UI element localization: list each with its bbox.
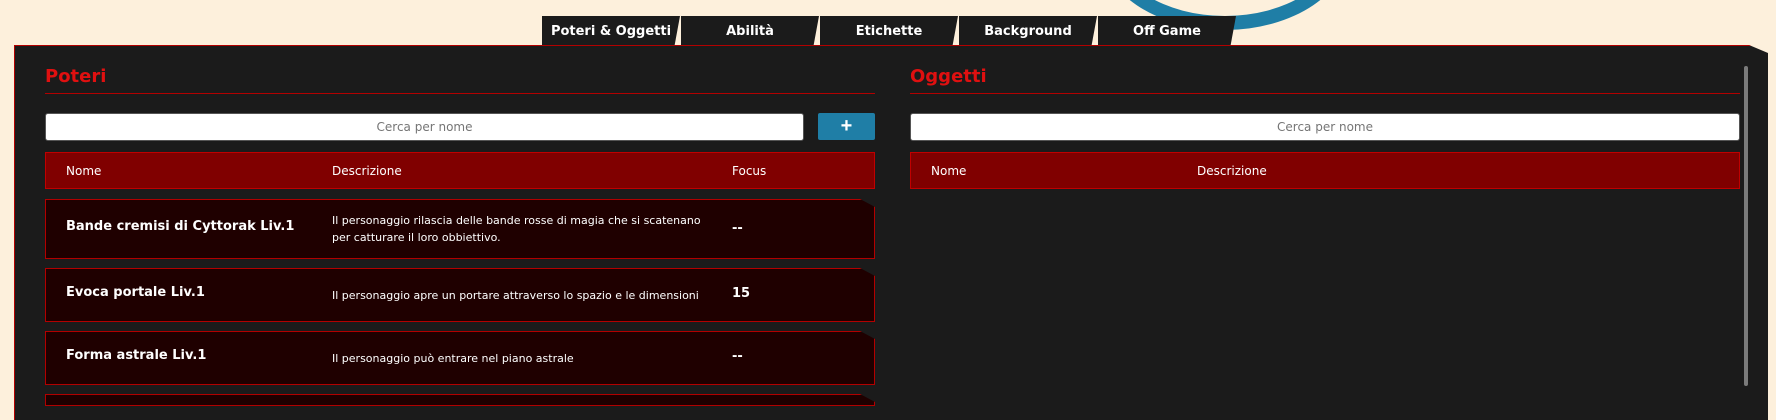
potere-description: Il personaggio può entrare nel piano ast…	[332, 352, 574, 365]
table-row[interactable]: Evoca portale Liv.1 Il personaggio apre …	[45, 268, 875, 322]
potere-description: Il personaggio rilascia delle bande ross…	[332, 214, 701, 244]
poteri-section: Poteri + Nome Descrizione Focus Bande cr…	[45, 66, 875, 406]
oggetti-table-header: Nome Descrizione	[910, 152, 1740, 189]
tab-background[interactable]: Background	[959, 16, 1097, 46]
column-header-descrizione: Descrizione	[332, 164, 402, 178]
potere-focus: --	[732, 349, 743, 364]
tab-abilita[interactable]: Abilità	[681, 16, 819, 46]
poteri-list: Bande cremisi di Cyttorak Liv.1 Il perso…	[45, 199, 875, 406]
potere-description: Il personaggio apre un portare attravers…	[332, 289, 699, 302]
poteri-search-row: +	[45, 113, 875, 141]
content-panel: Poteri + Nome Descrizione Focus Bande cr…	[14, 45, 1768, 420]
column-header-descrizione: Descrizione	[1197, 164, 1267, 178]
potere-focus: --	[732, 221, 743, 236]
oggetti-search-row	[910, 113, 1740, 141]
add-potere-button[interactable]: +	[818, 113, 875, 140]
oggetti-section: Oggetti Nome Descrizione	[910, 66, 1740, 189]
oggetti-search-input[interactable]	[910, 113, 1740, 141]
column-header-nome: Nome	[66, 164, 102, 178]
table-row[interactable]: Bande cremisi di Cyttorak Liv.1 Il perso…	[45, 199, 875, 259]
poteri-search-input[interactable]	[45, 113, 804, 141]
poteri-title: Poteri	[45, 66, 875, 94]
table-row[interactable]: Forma astrale Liv.1 Il personaggio può e…	[45, 331, 875, 385]
main-tabs: Poteri & Oggetti Abilità Etichette Backg…	[542, 16, 1237, 46]
oggetti-title: Oggetti	[910, 66, 1740, 94]
poteri-table-header: Nome Descrizione Focus	[45, 152, 875, 189]
potere-name: Forma astrale Liv.1	[66, 348, 207, 363]
table-row[interactable]	[45, 394, 875, 406]
potere-name: Bande cremisi di Cyttorak Liv.1	[66, 219, 295, 234]
tab-poteri-oggetti[interactable]: Poteri & Oggetti	[542, 16, 680, 46]
tab-etichette[interactable]: Etichette	[820, 16, 958, 46]
scrollbar[interactable]	[1744, 66, 1748, 386]
tab-off-game[interactable]: Off Game	[1098, 16, 1236, 46]
column-header-focus: Focus	[732, 164, 767, 178]
potere-focus: 15	[732, 286, 751, 301]
potere-name: Evoca portale Liv.1	[66, 285, 205, 300]
column-header-nome: Nome	[931, 164, 967, 178]
